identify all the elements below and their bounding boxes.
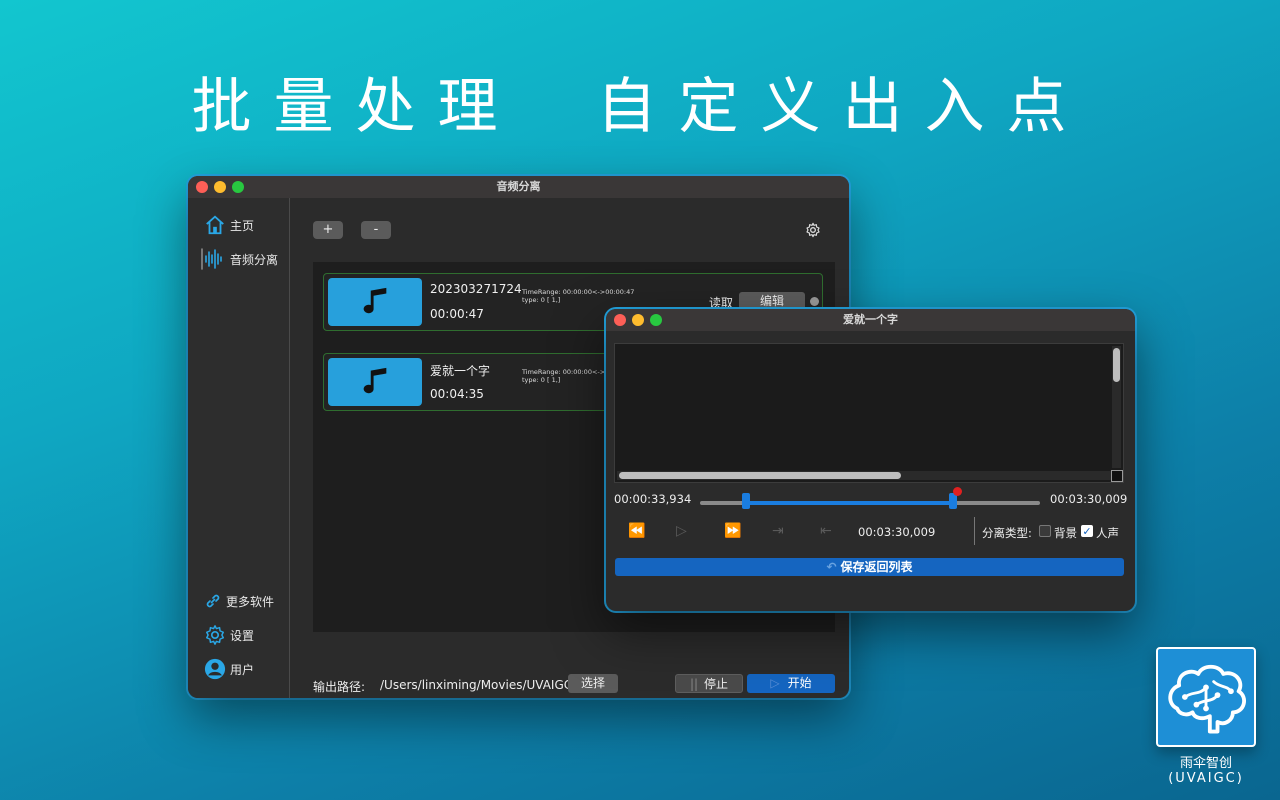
background-label: 背景 bbox=[1054, 526, 1077, 540]
return-icon: ↶ bbox=[826, 560, 837, 574]
play-icon[interactable]: ▷ bbox=[676, 523, 687, 539]
file-meta: TimeRange: 00:00:00<-> type: 0 [ 1,] bbox=[522, 368, 605, 384]
link-icon bbox=[206, 594, 220, 608]
close-icon[interactable] bbox=[196, 181, 208, 193]
sidebar: 主页 音频分离 更多软件 设置 用户 bbox=[188, 198, 290, 698]
headline-part1: 批量处理 bbox=[191, 72, 520, 142]
sidebar-item-label: 更多软件 bbox=[226, 594, 275, 609]
vertical-scrollbar[interactable] bbox=[1112, 346, 1121, 468]
start-button[interactable]: ▷ 开始 bbox=[747, 674, 835, 693]
sidebar-item-label: 设置 bbox=[230, 628, 255, 643]
stop-label: 停止 bbox=[704, 677, 729, 691]
horizontal-scroll-thumb[interactable] bbox=[619, 472, 901, 479]
minimize-icon[interactable] bbox=[214, 181, 226, 193]
file-name: 爱就一个字 bbox=[430, 364, 491, 378]
stop-icon: || bbox=[689, 677, 699, 691]
separation-type: type: 0 [ 1,] bbox=[522, 296, 561, 304]
sidebar-item-more-software[interactable]: 更多软件 bbox=[204, 592, 274, 610]
minimize-icon[interactable] bbox=[632, 314, 644, 326]
music-note-icon bbox=[363, 367, 387, 394]
file-duration: 00:00:47 bbox=[430, 307, 484, 321]
editor-window-title: 爱就一个字 bbox=[843, 313, 898, 326]
sidebar-item-user[interactable]: 用户 bbox=[204, 658, 254, 680]
background-checkbox[interactable] bbox=[1039, 525, 1051, 537]
window-controls bbox=[196, 181, 244, 193]
brand-name: 雨伞智创 bbox=[1179, 756, 1232, 771]
editor-titlebar[interactable]: 爱就一个字 bbox=[606, 309, 1135, 331]
range-fill bbox=[745, 501, 954, 505]
separation-type-label: 分离类型: bbox=[982, 526, 1032, 540]
output-path-value: /Users/linximing/Movies/UVAIGC bbox=[380, 678, 573, 692]
headline-part2: 自定义出入点 bbox=[596, 72, 1089, 142]
user-icon bbox=[204, 658, 226, 680]
gear-icon bbox=[206, 625, 224, 645]
window-controls bbox=[614, 314, 662, 326]
rewind-icon[interactable]: ⏪ bbox=[628, 523, 645, 539]
waveform-icon bbox=[201, 248, 222, 270]
editor-window: 爱就一个字 00:00:33,934 00:03:30,009 ⏪ ▷ ⏩ ⇥ … bbox=[606, 309, 1135, 611]
sidebar-item-label: 音频分离 bbox=[230, 252, 279, 267]
choose-path-button[interactable]: 选择 bbox=[568, 674, 618, 693]
vocal-checkbox[interactable]: ✓ bbox=[1081, 525, 1093, 537]
audio-thumbnail bbox=[328, 278, 422, 326]
fast-forward-icon[interactable]: ⏩ bbox=[724, 523, 741, 539]
brand-logo bbox=[1156, 647, 1256, 747]
main-window-title: 音频分离 bbox=[496, 180, 541, 193]
zoom-icon[interactable] bbox=[650, 314, 662, 326]
add-file-button[interactable]: + bbox=[313, 221, 343, 239]
zoom-icon[interactable] bbox=[232, 181, 244, 193]
audio-thumbnail bbox=[328, 358, 422, 406]
output-path-label: 输出路径: bbox=[313, 680, 366, 694]
home-icon bbox=[206, 215, 224, 235]
vocal-label: 人声 bbox=[1096, 526, 1119, 540]
sidebar-item-label: 用户 bbox=[230, 662, 255, 677]
remove-file-button[interactable]: - bbox=[361, 221, 391, 239]
status-dot bbox=[810, 297, 819, 306]
start-label: 开始 bbox=[787, 676, 812, 690]
save-return-button[interactable]: ↶ 保存返回列表 bbox=[615, 558, 1124, 576]
playhead-marker[interactable] bbox=[952, 487, 962, 496]
separation-type: type: 0 [ 1,] bbox=[522, 376, 561, 384]
edit-button[interactable]: 编辑 bbox=[739, 292, 805, 310]
out-point-time: 00:03:30,009 bbox=[1050, 492, 1128, 506]
music-note-icon bbox=[363, 287, 387, 314]
range-slider[interactable] bbox=[700, 487, 1040, 509]
time-range: TimeRange: 00:00:00<-> bbox=[522, 368, 606, 376]
divider bbox=[974, 517, 975, 545]
file-meta: TimeRange: 00:00:00<->00:00:47 type: 0 [… bbox=[522, 288, 634, 304]
in-point-handle[interactable] bbox=[741, 493, 750, 509]
sidebar-item-label: 主页 bbox=[230, 218, 255, 233]
sidebar-item-audio-separation[interactable]: 音频分离 bbox=[200, 246, 278, 272]
time-range: TimeRange: 00:00:00<->00:00:47 bbox=[522, 288, 635, 296]
scroll-corner bbox=[1111, 470, 1123, 482]
file-name: 202303271724 bbox=[430, 282, 522, 296]
save-label: 保存返回列表 bbox=[840, 560, 913, 574]
file-duration: 00:04:35 bbox=[430, 387, 484, 401]
close-icon[interactable] bbox=[614, 314, 626, 326]
brand-sub: (UVAIGC) bbox=[1168, 771, 1244, 786]
stop-button[interactable]: || 停止 bbox=[675, 674, 743, 693]
in-point-time: 00:00:33,934 bbox=[614, 492, 692, 506]
play-icon: ▷ bbox=[770, 676, 780, 690]
main-titlebar[interactable]: 音频分离 bbox=[188, 176, 849, 198]
brain-network-icon bbox=[1168, 664, 1246, 734]
settings-gear-icon[interactable] bbox=[805, 222, 821, 238]
waveform-view[interactable] bbox=[614, 343, 1124, 483]
current-time: 00:03:30,009 bbox=[858, 525, 936, 539]
headline: 批量处理 自定义出入点 bbox=[0, 58, 1280, 145]
set-out-point-icon[interactable]: ⇥ bbox=[772, 523, 784, 539]
horizontal-scrollbar[interactable] bbox=[617, 471, 1111, 480]
sidebar-item-home[interactable]: 主页 bbox=[204, 214, 254, 236]
vertical-scroll-thumb[interactable] bbox=[1113, 348, 1120, 382]
set-in-point-icon[interactable]: ⇤ bbox=[820, 523, 832, 539]
sidebar-item-settings[interactable]: 设置 bbox=[204, 624, 254, 646]
